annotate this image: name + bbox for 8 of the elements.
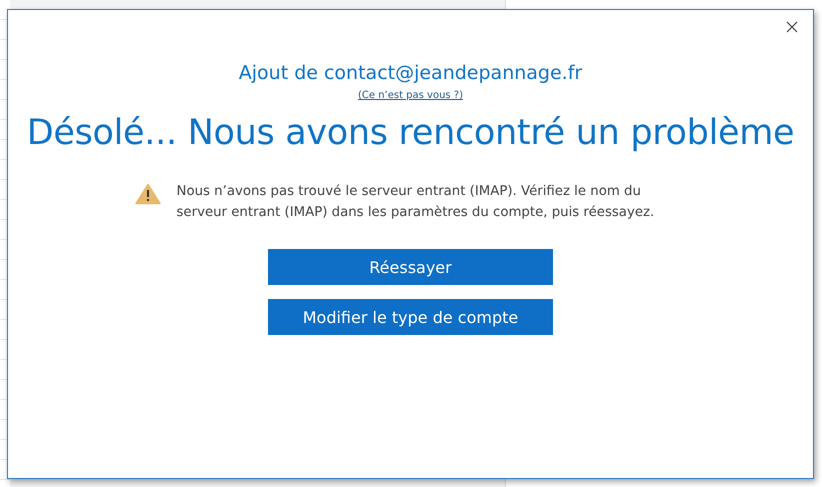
close-icon: [786, 21, 798, 33]
error-message: Nous n’avons pas trouvé le serveur entrant (IMAP). Vérifiez le nom du serveur entrant (IMAP) dans les paramètres du compte, puis réessayez.: [176, 183, 656, 222]
action-button[interactable]: Réessayer: [268, 249, 553, 285]
warning-icon: [134, 183, 160, 205]
account-title: Ajout de contact@jeandepannage.fr: [238, 62, 582, 84]
error-heading: Désolé... Nous avons rencontré un problème: [26, 113, 794, 153]
action-button[interactable]: Modifier le type de compte: [268, 299, 553, 335]
not-you-link[interactable]: (Ce n’est pas vous ?): [358, 90, 464, 101]
